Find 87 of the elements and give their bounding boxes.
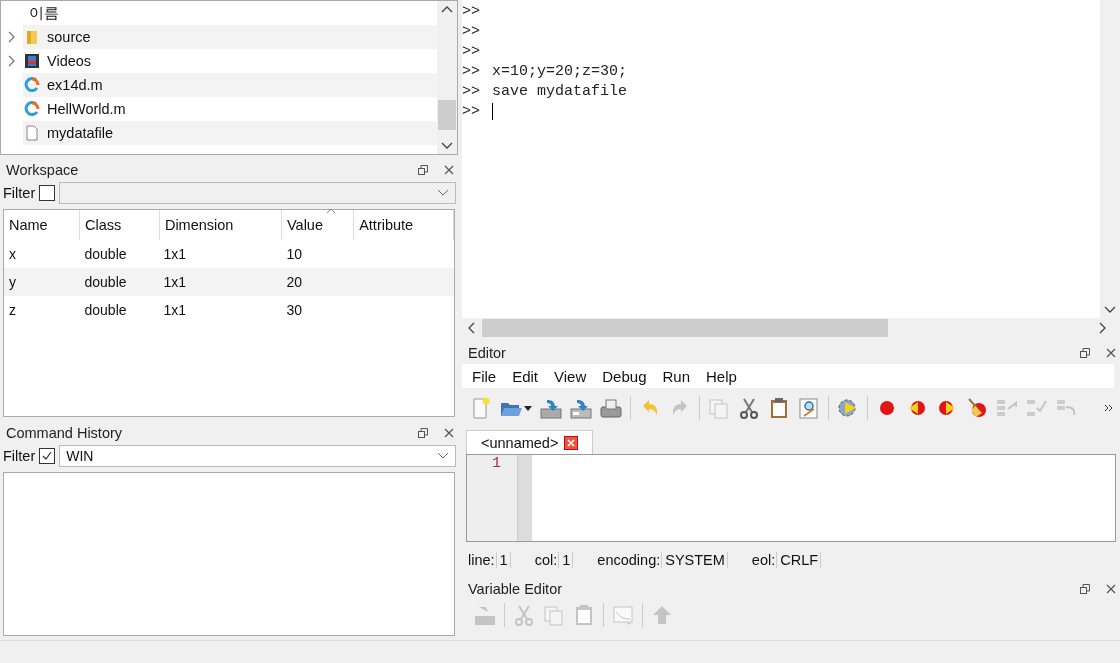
filter-dropdown[interactable]: WIN (59, 445, 456, 467)
matlab-file-icon (24, 77, 40, 93)
scroll-up-icon[interactable] (441, 5, 453, 13)
undock-icon[interactable] (1080, 348, 1090, 358)
scroll-down-icon[interactable] (1104, 306, 1116, 314)
filter-label: Filter (3, 185, 36, 201)
column-header[interactable]: Value (281, 210, 354, 240)
sort-indicator-icon (326, 208, 336, 214)
status-label: line: (468, 552, 495, 568)
panel-title: Command History (6, 425, 123, 441)
table-cell: 10 (281, 240, 354, 268)
close-icon[interactable] (1106, 584, 1116, 594)
scrollbar-thumb[interactable] (438, 100, 456, 130)
matlab-file-icon (24, 101, 40, 117)
menu-item[interactable]: Help (698, 367, 745, 385)
expand-chevron-icon[interactable] (8, 31, 16, 43)
filter-label: Filter (3, 448, 36, 464)
menu-item[interactable]: Debug (594, 367, 655, 385)
table-cell: 1x1 (159, 268, 282, 296)
column-header[interactable]: Dimension (159, 210, 282, 240)
checkbox[interactable] (39, 185, 56, 201)
scissors-icon[interactable] (738, 397, 760, 419)
dropdown-arrow-icon[interactable] (524, 405, 532, 411)
folder-icon (26, 29, 38, 45)
panel-title: Workspace (6, 162, 79, 178)
line-number: 1 (492, 455, 502, 474)
prompt: >> (462, 62, 481, 80)
broom-icon[interactable] (966, 397, 988, 419)
clipboard-icon[interactable] (768, 397, 790, 419)
status-value: 1 (495, 552, 511, 568)
status-label: eol: (751, 552, 776, 568)
checkbox[interactable] (39, 448, 56, 464)
column-header[interactable]: 이름 (29, 3, 59, 23)
find-icon[interactable] (798, 397, 820, 419)
table-cell: 1x1 (159, 296, 282, 324)
file-name[interactable]: ex14d.m (47, 77, 103, 93)
file-name[interactable]: HellWorld.m (47, 101, 126, 117)
undock-icon[interactable] (1080, 584, 1090, 594)
menu-item[interactable]: View (546, 367, 595, 385)
menu-item[interactable]: Edit (504, 367, 547, 385)
file-name[interactable]: Videos (47, 53, 92, 69)
undock-icon[interactable] (418, 165, 428, 175)
panel-title: Editor (468, 345, 506, 361)
expand-chevron-icon[interactable] (8, 55, 16, 67)
command-text: save mydatafile (492, 82, 628, 100)
status-label: col: (534, 552, 558, 568)
status-label: encoding: (597, 552, 661, 568)
menu-item[interactable]: File (464, 367, 505, 385)
status-value: 1 (558, 552, 574, 568)
save-icon[interactable] (540, 397, 562, 419)
undock-icon[interactable] (418, 428, 428, 438)
close-icon[interactable] (1106, 348, 1116, 358)
prompt: >> (462, 42, 481, 60)
printer-icon[interactable] (600, 397, 622, 419)
close-icon[interactable] (444, 165, 454, 175)
table-cell: 30 (281, 296, 354, 324)
menu-item[interactable]: Run (654, 367, 698, 385)
panel-title: Variable Editor (468, 581, 563, 597)
close-icon[interactable] (564, 435, 579, 450)
column-header[interactable]: Attribute (353, 210, 454, 240)
editor-tab[interactable]: <unnamed> (466, 430, 594, 454)
table-cell: 1x1 (159, 240, 282, 268)
file-name[interactable]: source (47, 29, 91, 45)
column-header[interactable]: Name (4, 210, 80, 240)
table-cell: y (4, 268, 80, 296)
table-cell: double (79, 296, 160, 324)
scrollbar-thumb[interactable] (482, 319, 888, 337)
gear-play-icon[interactable] (837, 397, 859, 419)
film-icon (24, 53, 40, 69)
close-icon[interactable] (444, 428, 454, 438)
scroll-down-icon[interactable] (441, 142, 453, 150)
table-cell: double (79, 240, 160, 268)
prompt: >> (462, 82, 481, 100)
table-cell: x (4, 240, 80, 268)
table-cell: 20 (281, 268, 354, 296)
column-header[interactable]: Class (79, 210, 160, 240)
more-chevrons-icon[interactable] (1104, 403, 1114, 413)
save-as-icon[interactable] (570, 397, 592, 419)
prompt: >> (462, 102, 481, 120)
status-value: CRLF (776, 552, 822, 568)
status-value: SYSTEM (661, 552, 728, 568)
prompt: >> (462, 2, 481, 20)
table-cell: z (4, 296, 80, 324)
table-cell: double (79, 268, 160, 296)
command-text: x=10;y=20;z=30; (492, 62, 628, 80)
prompt: >> (462, 22, 481, 40)
file-name[interactable]: mydatafile (47, 125, 114, 141)
